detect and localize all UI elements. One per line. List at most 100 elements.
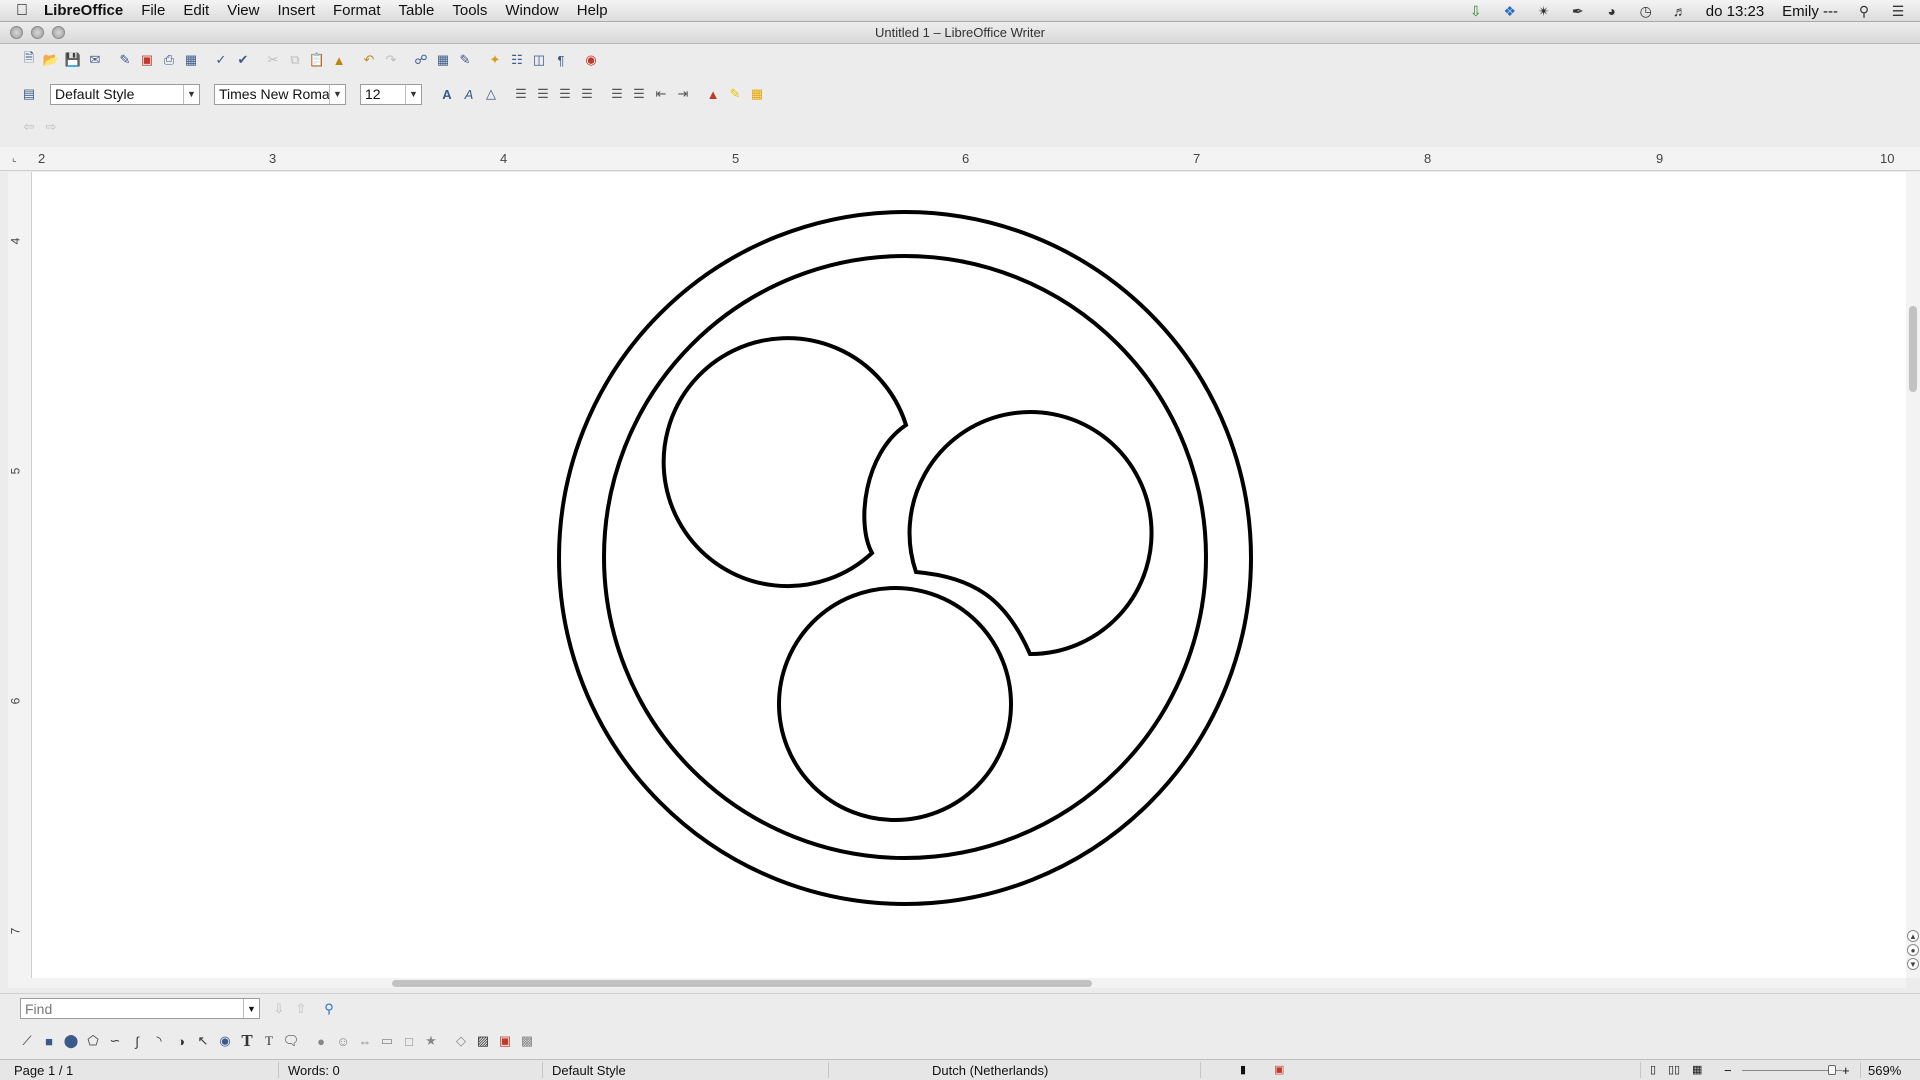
extrusion-icon[interactable]: ▩ — [516, 1030, 538, 1052]
edit-mode-icon[interactable]: ✎ — [114, 49, 136, 71]
menu-format[interactable]: Format — [333, 2, 381, 19]
open-icon[interactable]: 📂 — [40, 49, 62, 71]
cut-icon[interactable]: ✂ — [262, 49, 284, 71]
zoom-in-button[interactable]: + — [1842, 1063, 1850, 1078]
print-icon[interactable]: ⎙ — [158, 49, 180, 71]
increase-indent-icon[interactable]: ⇥ — [672, 83, 694, 105]
spotlight-search-icon[interactable]: ⚲ — [1856, 3, 1872, 19]
paste-icon[interactable]: 📋 — [306, 49, 328, 71]
user-name[interactable]: Emily --- — [1782, 3, 1838, 20]
navigation-icon[interactable]: ● — [1907, 944, 1919, 956]
wifi-icon[interactable]: ◕ — [1604, 3, 1620, 19]
right-circle-shape[interactable] — [907, 410, 1154, 657]
hyperlink-icon[interactable]: ☍ — [410, 49, 432, 71]
spellcheck-icon[interactable]: ✓ — [210, 49, 232, 71]
show-draw-functions-icon[interactable]: ✎ — [454, 49, 476, 71]
book-view-icon[interactable]: ▦ — [1692, 1063, 1702, 1076]
inner-ring-shape[interactable] — [602, 254, 1208, 860]
gallery-icon[interactable]: ☷ — [506, 49, 528, 71]
text-tool-icon[interactable]: T — [236, 1030, 258, 1052]
close-window-button[interactable] — [10, 26, 23, 39]
navigator-icon[interactable]: ✦ — [484, 49, 506, 71]
copy-icon[interactable]: ⧉ — [284, 49, 306, 71]
font-size-combo[interactable]: 12 ▼ — [360, 83, 422, 105]
circle-pie-tool-icon[interactable]: ◑ — [170, 1030, 192, 1052]
basic-shapes-icon[interactable]: ● — [310, 1030, 332, 1052]
print-preview-icon[interactable]: ▦ — [180, 49, 202, 71]
callouts-icon[interactable]: □ — [398, 1030, 420, 1052]
app-menu[interactable]: LibreOffice — [44, 2, 123, 19]
download-icon[interactable]: ⇩ — [1468, 3, 1484, 19]
background-color-icon[interactable]: ▦ — [746, 83, 768, 105]
justify-icon[interactable]: ☰ — [576, 83, 598, 105]
decrease-indent-icon[interactable]: ⇤ — [650, 83, 672, 105]
arrow-left-icon[interactable]: ⇦ — [18, 116, 40, 138]
from-file-icon[interactable]: ▣ — [494, 1030, 516, 1052]
points-icon[interactable]: ◇ — [450, 1030, 472, 1052]
notification-list-icon[interactable]: ☰ — [1890, 3, 1906, 19]
find-previous-icon[interactable]: ⇧ — [290, 998, 312, 1020]
undo-icon[interactable]: ↶ — [358, 49, 380, 71]
zoom-window-button[interactable] — [52, 26, 65, 39]
top-left-circle-shape[interactable] — [661, 336, 909, 589]
menu-help[interactable]: Help — [577, 2, 608, 19]
word-count[interactable]: Words: 0 — [288, 1063, 340, 1078]
document-modified-icon[interactable]: ▣ — [1274, 1063, 1284, 1076]
next-page-icon[interactable]: ▼ — [1907, 958, 1919, 970]
polygon-tool-icon[interactable]: ⬠ — [82, 1030, 104, 1052]
find-replace-icon[interactable]: ⚲ — [318, 998, 340, 1020]
document-page[interactable] — [32, 172, 1906, 978]
flowchart-icon[interactable]: ▭ — [376, 1030, 398, 1052]
horizontal-ruler[interactable]: ⌞ 2 3 4 5 6 7 8 9 10 — [0, 147, 1920, 171]
previous-page-icon[interactable]: ▲ — [1907, 930, 1919, 942]
numbering-icon[interactable]: ☰ — [606, 83, 628, 105]
align-right-icon[interactable]: ☰ — [554, 83, 576, 105]
autospellcheck-icon[interactable]: ✔ — [232, 49, 254, 71]
select-tool-icon[interactable]: ↖ — [192, 1030, 214, 1052]
callout-tool-icon[interactable]: 🗨 — [280, 1030, 302, 1052]
apple-icon[interactable]:  — [0, 2, 44, 20]
language[interactable]: Dutch (Netherlands) — [932, 1063, 1048, 1078]
paragraph-style-combo[interactable]: Default Style ▼ — [50, 83, 200, 105]
volume-icon[interactable]: ♬ — [1672, 3, 1688, 19]
sync-icon[interactable]: ✴ — [1536, 3, 1552, 19]
zoom-slider[interactable] — [1742, 1070, 1842, 1071]
zoom-slider-handle[interactable] — [1828, 1065, 1836, 1075]
font-color-icon[interactable]: ▲ — [702, 83, 724, 105]
chevron-down-icon[interactable]: ▼ — [243, 999, 259, 1018]
insert-mode-icon[interactable]: ▮ — [1240, 1063, 1246, 1076]
arc-tool-icon[interactable]: ◝ — [148, 1030, 170, 1052]
find-input[interactable] — [20, 998, 260, 1019]
time-machine-icon[interactable]: ◷ — [1638, 3, 1654, 19]
zoom-out-button[interactable]: − — [1724, 1063, 1732, 1078]
data-sources-icon[interactable]: ◫ — [528, 49, 550, 71]
chevron-down-icon[interactable]: ▼ — [405, 84, 421, 104]
menu-view[interactable]: View — [227, 2, 259, 19]
zoom-level[interactable]: 569% — [1868, 1063, 1901, 1078]
find-next-icon[interactable]: ⇩ — [268, 998, 290, 1020]
formatting-marks-icon[interactable]: ¶ — [550, 49, 572, 71]
chevron-down-icon[interactable]: ▼ — [329, 84, 345, 104]
email-icon[interactable]: ✉ — [84, 49, 106, 71]
menu-file[interactable]: File — [141, 2, 165, 19]
vertical-text-tool-icon[interactable]: T — [258, 1030, 280, 1052]
help-icon[interactable]: ◉ — [580, 49, 602, 71]
horizontal-scrollbar[interactable] — [8, 978, 1906, 988]
fill-tool-icon[interactable]: ◉ — [214, 1030, 236, 1052]
menu-table[interactable]: Table — [399, 2, 435, 19]
vertical-scroll-thumb[interactable] — [1909, 306, 1917, 392]
dropbox-icon[interactable]: ❖ — [1502, 3, 1518, 19]
bullets-icon[interactable]: ☰ — [628, 83, 650, 105]
align-left-icon[interactable]: ☰ — [510, 83, 532, 105]
styles-and-formatting-icon[interactable]: ▤ — [18, 83, 40, 105]
bold-icon[interactable]: A — [436, 83, 458, 105]
menu-tools[interactable]: Tools — [452, 2, 487, 19]
line-tool-icon[interactable]: ⟋ — [16, 1030, 38, 1052]
ellipse-tool-icon[interactable]: ⬤ — [60, 1030, 82, 1052]
horizontal-scroll-thumb[interactable] — [392, 980, 1092, 987]
vertical-ruler[interactable]: 4 5 6 7 — [8, 172, 32, 978]
stars-icon[interactable]: ★ — [420, 1030, 442, 1052]
drawing-canvas[interactable] — [32, 172, 1906, 978]
symbol-shapes-icon[interactable]: ☺ — [332, 1030, 354, 1052]
font-name-combo[interactable]: Times New Roman ▼ — [214, 83, 346, 105]
